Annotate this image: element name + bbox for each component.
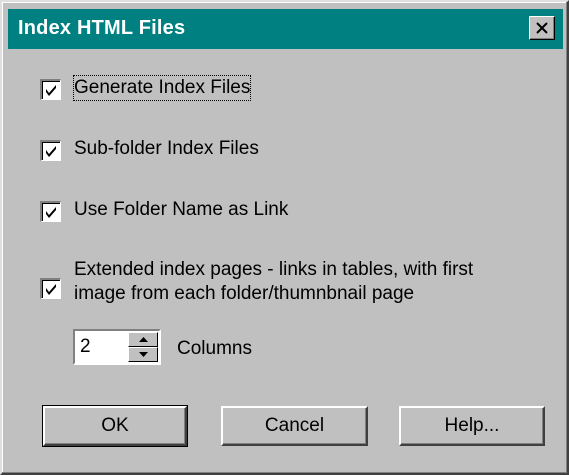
columns-value[interactable]: 2 bbox=[80, 336, 91, 358]
extended-pages-checkbox[interactable] bbox=[40, 278, 61, 299]
generate-index-checkbox[interactable] bbox=[40, 79, 61, 100]
title-bar: Index HTML Files bbox=[8, 9, 563, 49]
spin-buttons bbox=[128, 332, 158, 362]
window-title: Index HTML Files bbox=[18, 17, 186, 39]
check-icon bbox=[46, 85, 56, 96]
close-icon bbox=[536, 22, 548, 34]
subfolder-index-option[interactable]: Sub-folder Index Files bbox=[40, 138, 259, 161]
close-button[interactable] bbox=[529, 16, 555, 40]
columns-spinner[interactable]: 2 bbox=[73, 329, 161, 365]
folder-name-link-option[interactable]: Use Folder Name as Link bbox=[40, 199, 289, 222]
arrow-up-icon bbox=[138, 337, 148, 342]
help-button[interactable]: Help... bbox=[399, 406, 545, 446]
generate-index-label: Generate Index Files bbox=[72, 75, 252, 101]
arrow-down-icon bbox=[138, 352, 148, 357]
spin-up-button[interactable] bbox=[128, 332, 158, 347]
check-icon bbox=[46, 146, 56, 157]
index-html-files-dialog: Index HTML Files Generate Index Files Su… bbox=[0, 0, 569, 475]
check-icon bbox=[46, 207, 56, 218]
columns-label: Columns bbox=[177, 338, 252, 359]
extended-pages-option[interactable]: Extended index pages - links in tables, … bbox=[40, 259, 473, 306]
extended-pages-label-line2: image from each folder/thumnbnail page bbox=[74, 283, 415, 304]
spin-down-button[interactable] bbox=[128, 347, 158, 362]
extended-pages-label-line1: Extended index pages - links in tables, … bbox=[74, 259, 474, 280]
generate-index-option[interactable]: Generate Index Files bbox=[40, 75, 252, 101]
extended-pages-label: Extended index pages - links in tables, … bbox=[74, 258, 473, 306]
subfolder-index-checkbox[interactable] bbox=[40, 140, 61, 161]
ok-button[interactable]: OK bbox=[42, 405, 188, 447]
subfolder-index-label: Sub-folder Index Files bbox=[74, 138, 259, 159]
check-icon bbox=[46, 284, 56, 295]
folder-name-link-checkbox[interactable] bbox=[40, 201, 61, 222]
folder-name-link-label: Use Folder Name as Link bbox=[74, 199, 289, 220]
cancel-button[interactable]: Cancel bbox=[221, 406, 368, 446]
